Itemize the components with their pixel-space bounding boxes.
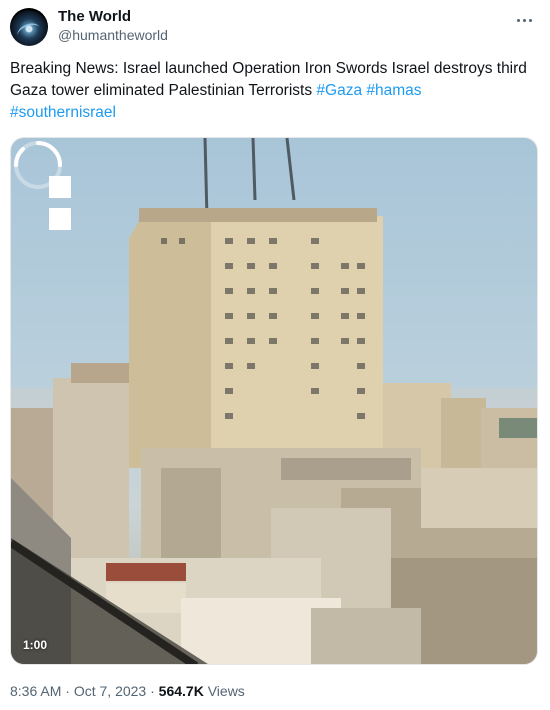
- tweet-body: Breaking News: Israel launched Operation…: [10, 60, 527, 99]
- tweet-text: Breaking News: Israel launched Operation…: [10, 58, 530, 124]
- hashtag-gaza[interactable]: #Gaza: [316, 82, 362, 99]
- meta-separator-2: ·: [150, 683, 155, 699]
- tweet-meta: 8:36 AM · Oct 7, 2023 · 564.7K Views: [10, 683, 245, 699]
- author-avatar[interactable]: [10, 8, 48, 46]
- views-count: 564.7K: [158, 683, 204, 699]
- tweet-date[interactable]: Oct 7, 2023: [74, 683, 146, 699]
- hashtag-hamas[interactable]: #hamas: [366, 82, 421, 99]
- more-options-icon[interactable]: [512, 10, 536, 30]
- video-player[interactable]: 1:00: [10, 137, 538, 665]
- loading-spinner-icon: [14, 141, 62, 189]
- author-handle[interactable]: @humantheworld: [58, 26, 168, 44]
- tweet-time[interactable]: 8:36 AM: [10, 683, 61, 699]
- author-names: The World @humantheworld: [58, 8, 168, 44]
- meta-separator: ·: [65, 683, 70, 699]
- video-frame: [11, 138, 537, 664]
- video-timecode: 1:00: [23, 638, 48, 652]
- tweet-header: The World @humantheworld: [10, 8, 540, 48]
- author-display-name[interactable]: The World: [58, 8, 168, 26]
- views-label: Views: [207, 683, 245, 699]
- hashtag-southernisrael[interactable]: #southernisrael: [10, 104, 116, 121]
